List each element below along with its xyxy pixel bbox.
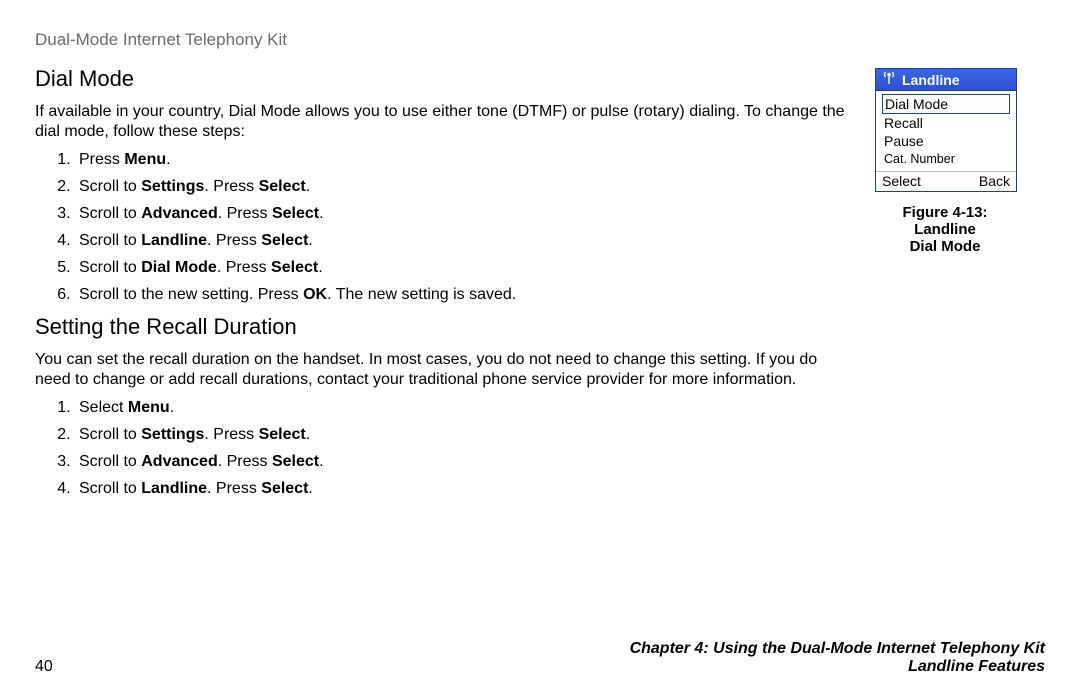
- figure-item: Recall: [882, 114, 1010, 132]
- page-number: 40: [35, 658, 53, 676]
- step: Scroll to Advanced. Press Select.: [75, 453, 855, 471]
- figure-item: Cat. Number: [882, 151, 1010, 167]
- antenna-icon: [882, 71, 896, 88]
- page-footer: 40 Chapter 4: Using the Dual-Mode Intern…: [35, 640, 1045, 676]
- section-2-steps: Select Menu. Scroll to Settings. Press S…: [35, 399, 855, 498]
- doc-header: Dual-Mode Internet Telephony Kit: [35, 30, 1045, 50]
- step: Press Menu.: [75, 151, 855, 169]
- footer-section: Landline Features: [630, 658, 1045, 676]
- figure-softkey-left: Select: [882, 173, 921, 189]
- step: Scroll to the new setting. Press OK. The…: [75, 286, 855, 304]
- footer-chapter: Chapter 4: Using the Dual-Mode Internet …: [630, 640, 1045, 658]
- figure-title-bar: Landline: [876, 69, 1016, 91]
- section-2-intro: You can set the recall duration on the h…: [35, 350, 855, 390]
- section-1-intro: If available in your country, Dial Mode …: [35, 102, 855, 142]
- figure-caption: Figure 4-13: Landline Dial Mode: [875, 204, 1015, 255]
- section-1-steps: Press Menu. Scroll to Settings. Press Se…: [35, 151, 855, 304]
- figure-header-text: Landline: [902, 72, 960, 88]
- figure-item-selected: Dial Mode: [882, 94, 1010, 114]
- step: Scroll to Settings. Press Select.: [75, 178, 855, 196]
- step: Scroll to Dial Mode. Press Select.: [75, 259, 855, 277]
- step: Select Menu.: [75, 399, 855, 417]
- step: Scroll to Advanced. Press Select.: [75, 205, 855, 223]
- figure-softkey-right: Back: [979, 173, 1010, 189]
- document-page: Dual-Mode Internet Telephony Kit Dial Mo…: [0, 0, 1080, 698]
- figure-item: Pause: [882, 132, 1010, 150]
- figure-4-13: Landline Dial Mode Recall Pause Cat. Num…: [875, 68, 1017, 192]
- step: Scroll to Landline. Press Select.: [75, 232, 855, 250]
- section-1-title: Dial Mode: [35, 66, 855, 92]
- step: Scroll to Settings. Press Select.: [75, 426, 855, 444]
- section-2-title: Setting the Recall Duration: [35, 314, 855, 340]
- step: Scroll to Landline. Press Select.: [75, 480, 855, 498]
